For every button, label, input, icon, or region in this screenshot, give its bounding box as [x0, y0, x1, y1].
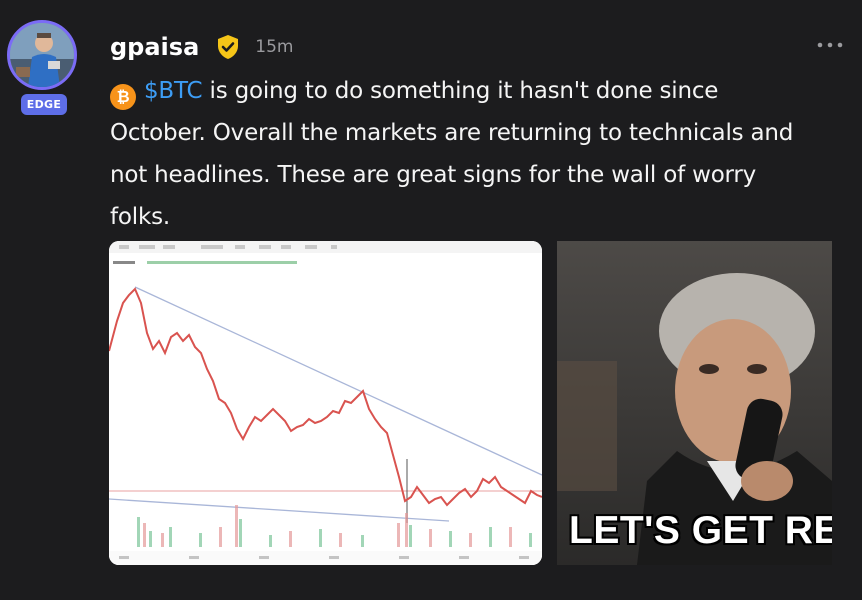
verified-badge-icon — [218, 35, 239, 59]
post-body: ₿ $BTC is going to do something it hasn't… — [110, 70, 810, 238]
post-header: gpaisa 15m — [110, 30, 293, 64]
post-text-line: October. Overall the markets are returni… — [110, 120, 794, 146]
post-text-line: folks. — [110, 204, 170, 230]
avatar[interactable] — [7, 20, 77, 90]
gif-image[interactable]: LET'S GET RE — [557, 241, 832, 565]
edge-badge: EDGE — [21, 94, 67, 115]
cashtag-link[interactable]: $BTC — [144, 78, 203, 104]
price-chart-picture — [109, 241, 542, 565]
more-options-icon[interactable] — [816, 36, 844, 54]
post-text-line: is going to do something it hasn't done … — [209, 78, 719, 104]
chart-screenshot-image[interactable] — [109, 241, 542, 565]
avatar-photo — [10, 23, 74, 87]
post-line-1: ₿ $BTC is going to do something it hasn't… — [110, 70, 810, 112]
bitcoin-icon: ₿ — [110, 84, 136, 110]
avatar-container[interactable]: EDGE — [7, 20, 83, 120]
gif-caption: LET'S GET RE — [568, 508, 832, 553]
username[interactable]: gpaisa — [110, 33, 199, 61]
post-timestamp[interactable]: 15m — [255, 37, 293, 57]
post-text-line: not headlines. These are great signs for… — [110, 162, 757, 188]
